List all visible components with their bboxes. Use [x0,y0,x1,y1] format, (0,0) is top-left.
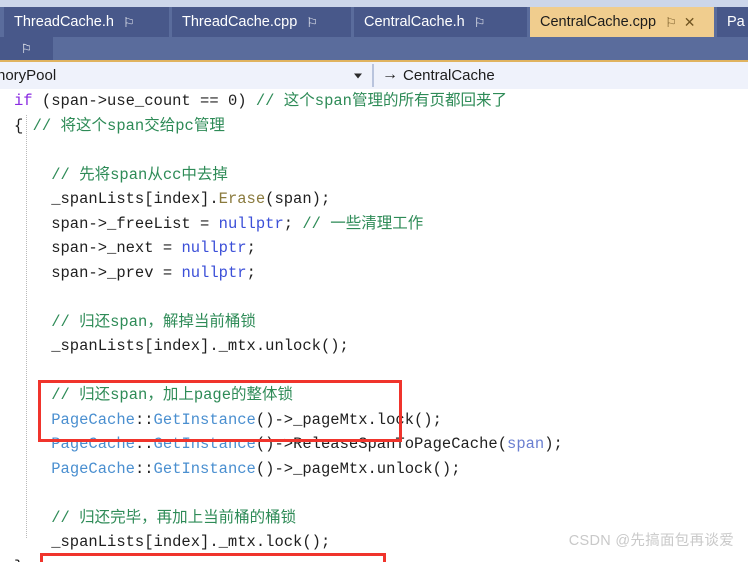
code-token: // 归还span，解掉当前桶锁 [51,312,256,331]
code-token: // 先将span从cc中去掉 [51,165,228,184]
tab-label: Pa [727,14,745,30]
code-token: span->_next = [14,239,182,257]
arrow-right-icon: → [382,65,398,83]
code-line: span->_freeList = nullptr; // 一些清理工作 [0,212,563,237]
tab-centralcache-h[interactable]: CentralCache.h ⚐ [354,7,528,37]
code-token: _spanLists[index]. [14,190,219,208]
tab-overflow-pin[interactable]: ⚐ [0,37,53,60]
code-token: // 这个span管理的所有页都回来了 [255,92,507,110]
code-token: PageCache [51,410,135,429]
tab-label: CentralCache.h [364,14,465,30]
code-token: // 一些清理工作 [302,214,424,233]
code-text[interactable]: if (span->use_count == 0) // 这个span管理的所有… [0,89,563,562]
watermark: CSDN @先搞面包再谈爱 [568,533,734,549]
code-token: Erase [218,190,266,208]
close-icon[interactable]: ✕ [684,15,696,29]
code-token: _spanLists[index]._mtx.lock(); [14,533,331,551]
code-line: { // 将这个span交给pc管理 [0,114,563,139]
chevron-down-icon[interactable] [354,73,362,78]
code-token: { [14,116,33,135]
tab-label: CentralCache.cpp [540,14,657,30]
code-editor-surface[interactable]: if (span->use_count == 0) // 这个span管理的所有… [0,89,748,562]
code-line: _spanLists[index].Erase(span); [0,187,563,212]
code-token: nullptr [181,263,247,282]
code-line: span->_next = nullptr; [0,236,563,261]
code-token: ; [246,263,256,282]
pin-icon: ⚐ [20,42,33,56]
code-line: // 归还span，解掉当前桶锁 [0,310,563,335]
tab-label: ThreadCache.h [14,14,114,30]
code-line: PageCache::GetInstance()->_pageMtx.unloc… [0,457,563,482]
code-token: ; [246,239,256,257]
code-token: _spanLists[index]._mtx.unlock(); [14,337,349,355]
code-token: :: [134,435,154,453]
pin-icon[interactable]: ⚐ [474,16,486,29]
code-token: } [14,558,23,562]
code-token: // 归还span，加上page的整体锁 [51,386,294,404]
code-token: ; [283,214,303,233]
navigation-bar: noryPool → CentralCache [0,62,748,90]
code-token: nullptr [218,214,284,233]
code-token: :: [134,410,154,429]
member-dropdown-value: CentralCache [403,67,495,84]
code-token: span [507,435,545,453]
scope-dropdown[interactable]: noryPool [0,62,372,89]
editor-window: ThreadCache.h ⚐ ThreadCache.cpp ⚐ Centra… [0,0,748,562]
tab-threadcache-cpp[interactable]: ThreadCache.cpp ⚐ [172,7,352,37]
code-line: // 归还span，加上page的整体锁 [0,383,563,408]
code-token: PageCache [51,435,135,453]
code-line: // 归还完毕，再加上当前桶的桶锁 [0,506,563,531]
tab-pagecache[interactable]: Pa [717,7,748,37]
window-top-strip [0,0,748,7]
code-token: GetInstance [153,410,256,429]
code-line: _spanLists[index]._mtx.unlock(); [0,334,563,359]
code-token: (span->use_count == 0) [32,92,256,110]
code-token: // 将这个span交给pc管理 [32,116,225,135]
editor-tab-bar: ThreadCache.h ⚐ ThreadCache.cpp ⚐ Centra… [0,7,748,37]
code-token: GetInstance [153,435,256,453]
code-line: _spanLists[index]._mtx.lock(); [0,530,563,555]
code-token: ()->ReleaseSpanToPageCache( [255,435,508,453]
code-token: ()->_pageMtx.unlock(); [255,459,461,478]
code-token: GetInstance [153,459,256,478]
code-token: nullptr [181,239,247,257]
editor-tab-bar-row2: ⚐ [0,37,748,60]
code-line: PageCache::GetInstance()->_pageMtx.lock(… [0,408,563,433]
member-dropdown[interactable]: → CentralCache [374,62,748,89]
code-line: if (span->use_count == 0) // 这个span管理的所有… [0,89,563,114]
code-token: ()->_pageMtx.lock(); [255,410,442,429]
code-line: PageCache::GetInstance()->ReleaseSpanToP… [0,432,563,457]
tab-centralcache-cpp[interactable]: CentralCache.cpp ⚐ ✕ [530,7,715,37]
code-token: // 归还完毕，再加上当前桶的桶锁 [51,508,297,527]
code-token: if [14,92,33,110]
scope-dropdown-value: noryPool [0,67,57,84]
pin-icon[interactable]: ⚐ [306,16,318,29]
code-line: } [0,555,563,562]
tab-threadcache-h[interactable]: ThreadCache.h ⚐ [4,7,170,37]
code-token: span->_freeList = [14,214,219,233]
pin-icon[interactable]: ⚐ [123,16,135,29]
code-token: ); [544,435,563,453]
code-token: span->_prev = [14,263,182,282]
pin-icon[interactable]: ⚐ [665,16,677,29]
tab-label: ThreadCache.cpp [182,14,298,30]
code-token: (span); [265,190,331,208]
code-token: :: [134,459,154,478]
code-line: // 先将span从cc中去掉 [0,163,563,188]
code-token: PageCache [51,459,135,478]
code-line: span->_prev = nullptr; [0,261,563,286]
